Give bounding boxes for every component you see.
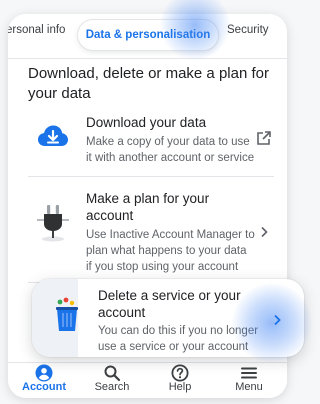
- chevron-right-icon[interactable]: [271, 314, 283, 326]
- divider: [28, 176, 274, 177]
- help-icon: [171, 364, 189, 382]
- inactive-account-plan-item[interactable]: Make a plan for your account Use Inactiv…: [28, 182, 274, 274]
- nav-account-label: Account: [22, 381, 66, 393]
- nav-search-label: Search: [94, 381, 130, 393]
- account-circle-icon: [35, 364, 53, 382]
- search-icon: [104, 365, 121, 382]
- nav-help[interactable]: Help: [150, 363, 210, 398]
- nav-search[interactable]: Search: [82, 363, 142, 398]
- delete-service-item[interactable]: Delete a service or your account You can…: [32, 279, 304, 357]
- download-data-item[interactable]: Download your data Make a copy of your d…: [28, 110, 274, 168]
- delete-title-line-2: account: [98, 305, 146, 320]
- power-plug-icon: [37, 205, 69, 242]
- tab-personal-info[interactable]: ersonal info: [8, 24, 65, 36]
- plan-title-line-1: Make a plan for your: [86, 191, 210, 206]
- nav-account[interactable]: Account: [14, 363, 74, 398]
- plan-desc-line-3: if you stop using your account: [86, 261, 239, 273]
- tab-security[interactable]: Security: [227, 24, 269, 36]
- bottom-navigation: Account Search Help Menu: [8, 362, 287, 398]
- nav-menu-label: Menu: [235, 381, 263, 393]
- cloud-download-icon: [38, 125, 68, 146]
- plan-title-line-2: account: [86, 208, 134, 223]
- plan-desc-line-2: plan what happens to your data: [86, 245, 247, 257]
- delete-desc-line-1: You can do this if you no longer: [98, 325, 259, 337]
- delete-title-line-1: Delete a service or your: [98, 288, 241, 303]
- plan-desc-line-1: Use Inactive Account Manager to: [86, 229, 255, 241]
- nav-help-label: Help: [168, 381, 192, 393]
- download-data-desc-line-2: it with another account or service: [86, 152, 255, 164]
- menu-icon: [241, 367, 257, 379]
- tab-data-personalisation[interactable]: Data & personalisation: [78, 20, 218, 50]
- open-external-icon: [257, 131, 271, 145]
- section-title: Download, delete or make a plan for your…: [28, 65, 269, 102]
- trash-bin-icon: [56, 297, 78, 331]
- download-data-title: Download your data: [86, 115, 207, 130]
- tab-bar: ersonal info Data & personalisation Secu…: [8, 14, 287, 59]
- chevron-right-icon: [261, 226, 268, 238]
- download-data-desc-line-1: Make a copy of your data to use: [86, 136, 250, 148]
- nav-menu[interactable]: Menu: [219, 363, 279, 398]
- delete-desc-line-2: use a service or your account: [98, 341, 249, 353]
